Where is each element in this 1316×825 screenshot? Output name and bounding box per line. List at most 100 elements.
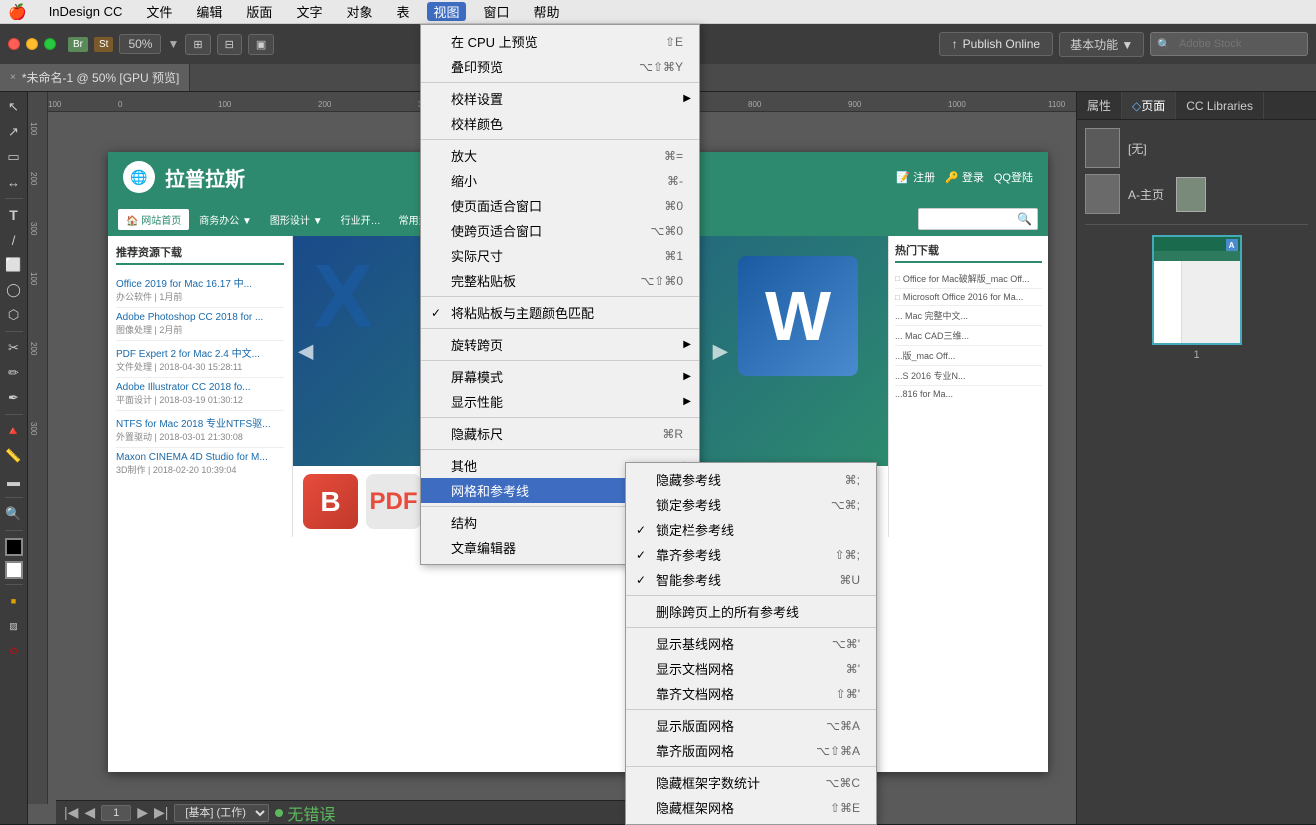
maximize-window-button[interactable] [44, 38, 56, 50]
menu-proof-setup[interactable]: 校样设置 [421, 86, 699, 111]
fill-color-swatch[interactable] [5, 538, 23, 556]
zoom-tool[interactable]: 🔍 [3, 503, 25, 525]
zoom-display[interactable]: 50% [119, 34, 161, 54]
submenu-smart-guides[interactable]: ✓ 智能参考线 ⌘U [626, 567, 876, 592]
menu-display-perf[interactable]: 显示性能 [421, 389, 699, 414]
mode-btn-3[interactable]: ▣ [248, 34, 274, 55]
menu-overprint-preview[interactable]: 叠印预览 ⌥⇧⌘Y [421, 54, 699, 79]
tab-close-button[interactable]: × [10, 72, 16, 83]
page-style-dropdown[interactable]: [基本] (工作) [174, 804, 269, 822]
submenu-snap-guides[interactable]: ✓ 靠齐参考线 ⇧⌘; [626, 542, 876, 567]
submenu-hide-frame-grid[interactable]: 隐藏框架网格 ⇧⌘E [626, 795, 876, 820]
select-tool[interactable]: ↖ [3, 96, 25, 118]
mode-btn-1[interactable]: ⊞ [185, 34, 210, 55]
menu-item-label: 叠印预览 [451, 57, 503, 76]
submenu-delete-all-guides[interactable]: 删除跨页上的所有参考线 [626, 599, 876, 624]
apply-color-button[interactable]: ■ [3, 590, 25, 612]
direct-select-tool[interactable]: ↗ [3, 121, 25, 143]
last-page-button[interactable]: ▶| [154, 804, 168, 821]
submenu-lock-column-guides[interactable]: ✓ 锁定栏参考线 [626, 517, 876, 542]
gap-tool[interactable]: ↔ [3, 171, 25, 193]
document-tab[interactable]: × *未命名-1 @ 50% [GPU 预览] [0, 64, 190, 91]
menu-match-theme[interactable]: ✓ 将粘贴板与主题颜色匹配 [421, 300, 699, 325]
first-page-button[interactable]: |◀ [64, 804, 78, 821]
menu-indesign[interactable]: InDesign CC [43, 4, 129, 19]
menu-layout[interactable]: 版面 [240, 2, 278, 21]
mode-btn-2[interactable]: ⊟ [217, 34, 242, 55]
submenu-item-label: 智能参考线 [656, 570, 721, 589]
menu-help[interactable]: 帮助 [528, 2, 566, 21]
menu-entire-pasteboard[interactable]: 完整粘贴板 ⌥⇧⌘0 [421, 268, 699, 293]
stroke-color-swatch[interactable] [5, 561, 23, 579]
menu-item-label: 校样设置 [451, 89, 503, 108]
menu-actual-size[interactable]: 实际尺寸 ⌘1 [421, 243, 699, 268]
ellipse-tool[interactable]: ◯ [3, 279, 25, 301]
tool-separator-5 [5, 530, 23, 531]
menu-text[interactable]: 文字 [290, 2, 328, 21]
menu-table[interactable]: 表 [390, 2, 415, 21]
next-page-button[interactable]: ▶ [137, 804, 148, 821]
menu-item-label: 完整粘贴板 [451, 271, 516, 290]
qq-login-link: QQ登陆 [994, 169, 1033, 185]
menu-fit-spread[interactable]: 使跨页适合窗口 ⌥⌘0 [421, 218, 699, 243]
menu-fit-page[interactable]: 使页面适合窗口 ⌘0 [421, 193, 699, 218]
stock-icon[interactable]: St [94, 37, 113, 52]
submenu-hide-frame-count[interactable]: 隐藏框架字数统计 ⌥⌘C [626, 770, 876, 795]
scissors-tool[interactable]: ✂ [3, 337, 25, 359]
hot-item-3: ... Mac CAD三维... [895, 326, 1042, 346]
menu-object[interactable]: 对象 [340, 2, 378, 21]
submenu-show-doc-grid[interactable]: 显示文档网格 ⌘' [626, 656, 876, 681]
panel-tab-cc-libraries[interactable]: CC Libraries [1176, 92, 1264, 119]
polygon-tool[interactable]: ⬡ [3, 304, 25, 326]
publish-online-button[interactable]: ↑ Publish Online [939, 32, 1053, 56]
rect-tool[interactable]: ⬜ [3, 254, 25, 276]
stock-search-input[interactable] [1171, 35, 1301, 53]
eyedropper-tool[interactable]: 🔺 [3, 420, 25, 442]
pencil-tool[interactable]: ✏ [3, 362, 25, 384]
panel-content: [无] A-主页 [1077, 120, 1316, 824]
menu-rotate-spread[interactable]: 旋转跨页 [421, 332, 699, 357]
submenu-snap-layout-grid[interactable]: 靠齐版面网格 ⌥⇧⌘A [626, 738, 876, 763]
submenu-item-shortcut: ⌥⌘; [811, 498, 860, 512]
list-item-3-tag: 平面设计 | 2018-03-19 01:30:12 [116, 393, 284, 406]
pen-tool[interactable]: ✒ [3, 387, 25, 409]
line-tool[interactable]: / [3, 229, 25, 251]
submenu-item-label: 靠齐参考线 [656, 545, 721, 564]
panel-tab-properties[interactable]: 属性 [1077, 92, 1122, 119]
menu-zoom-in[interactable]: 放大 ⌘= [421, 143, 699, 168]
menu-hide-rulers[interactable]: 隐藏标尺 ⌘R [421, 421, 699, 446]
function-dropdown[interactable]: 基本功能 ▼ [1059, 32, 1144, 57]
submenu-show-baseline-grid[interactable]: 显示基线网格 ⌥⌘' [626, 631, 876, 656]
zoom-arrow[interactable]: ▼ [167, 37, 179, 51]
gradient-tool[interactable]: ▬ [3, 470, 25, 492]
tool-separator-1 [5, 198, 23, 199]
list-item-0-name: Office 2019 for Mac 16.17 中... [116, 275, 284, 290]
panel-tab-pages[interactable]: ◇ 页面 [1122, 92, 1176, 119]
submenu-snap-doc-grid[interactable]: 靠齐文档网格 ⇧⌘' [626, 681, 876, 706]
menu-file[interactable]: 文件 [140, 2, 178, 21]
right-panel: 属性 ◇ 页面 CC Libraries [无] A-主页 [1076, 92, 1316, 824]
menu-proof-colors[interactable]: 校样颜色 [421, 111, 699, 136]
prev-page-button[interactable]: ◀ [84, 804, 95, 821]
submenu-show-layout-grid[interactable]: 显示版面网格 ⌥⌘A [626, 713, 876, 738]
apply-none-button[interactable]: ∅ [3, 640, 25, 662]
menu-window[interactable]: 窗口 [478, 2, 516, 21]
menu-zoom-out[interactable]: 缩小 ⌘- [421, 168, 699, 193]
apple-menu[interactable]: 🍎 [8, 3, 27, 21]
menu-screen-mode[interactable]: 屏幕模式 [421, 364, 699, 389]
close-window-button[interactable] [8, 38, 20, 50]
type-tool[interactable]: T [3, 204, 25, 226]
menu-view[interactable]: 视图 [427, 2, 465, 21]
menu-cpu-preview[interactable]: 在 CPU 上预览 ⇧E [421, 29, 699, 54]
apply-gradient-button[interactable]: ▨ [3, 615, 25, 637]
measure-tool[interactable]: 📏 [3, 445, 25, 467]
page-tool[interactable]: ▭ [3, 146, 25, 168]
menu-edit[interactable]: 编辑 [190, 2, 228, 21]
page-number-input[interactable] [101, 805, 131, 821]
bridge-icon[interactable]: Br [68, 37, 88, 52]
menu-item-shortcut: ⌘= [644, 149, 683, 163]
submenu-hide-guides[interactable]: 隐藏参考线 ⌘; [626, 467, 876, 492]
submenu-item-label: 隐藏框架字数统计 [656, 773, 760, 792]
submenu-lock-guides[interactable]: 锁定参考线 ⌥⌘; [626, 492, 876, 517]
minimize-window-button[interactable] [26, 38, 38, 50]
